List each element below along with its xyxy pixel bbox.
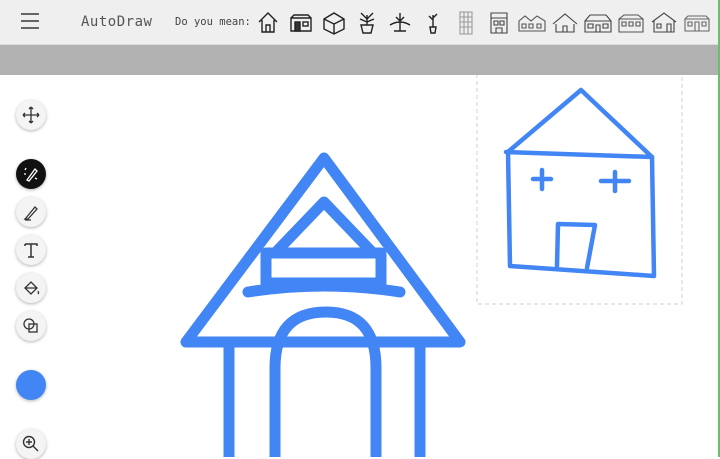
text-type-icon[interactable] bbox=[16, 235, 46, 265]
house-front-icon[interactable] bbox=[286, 7, 316, 37]
potted-plant-icon[interactable] bbox=[352, 7, 382, 37]
app-title: AutoDraw bbox=[81, 14, 153, 30]
autodraw-doghouse bbox=[180, 152, 466, 457]
top-bar: AutoDraw Do you mean: bbox=[0, 0, 718, 45]
zoom-in-icon[interactable] bbox=[16, 429, 46, 459]
barn-icon[interactable] bbox=[682, 7, 712, 37]
townhouse-icon[interactable] bbox=[484, 7, 514, 37]
menu-icon[interactable] bbox=[21, 13, 39, 29]
select-move-icon[interactable] bbox=[16, 100, 46, 130]
cube-house-icon[interactable] bbox=[319, 7, 349, 37]
shape-icon[interactable] bbox=[16, 311, 46, 341]
cabin-icon[interactable] bbox=[583, 7, 613, 37]
small-plant-icon[interactable] bbox=[418, 7, 448, 37]
draw-pencil-icon[interactable] bbox=[16, 197, 46, 227]
mansion-icon[interactable] bbox=[616, 7, 646, 37]
fill-bucket-icon[interactable] bbox=[16, 273, 46, 303]
suggestion-label: Do you mean: bbox=[175, 16, 251, 28]
row-houses-icon[interactable] bbox=[517, 7, 547, 37]
user-sketch bbox=[503, 87, 657, 279]
cottage-icon[interactable] bbox=[649, 7, 679, 37]
autodraw-icon[interactable] bbox=[16, 159, 46, 189]
header-band bbox=[0, 45, 718, 75]
color-picker-button[interactable] bbox=[16, 370, 46, 400]
doghouse-icon[interactable] bbox=[253, 7, 283, 37]
hut-icon[interactable] bbox=[550, 7, 580, 37]
lamp-icon[interactable] bbox=[385, 7, 415, 37]
drawing-canvas[interactable] bbox=[0, 75, 718, 459]
tall-building-icon[interactable] bbox=[451, 7, 481, 37]
